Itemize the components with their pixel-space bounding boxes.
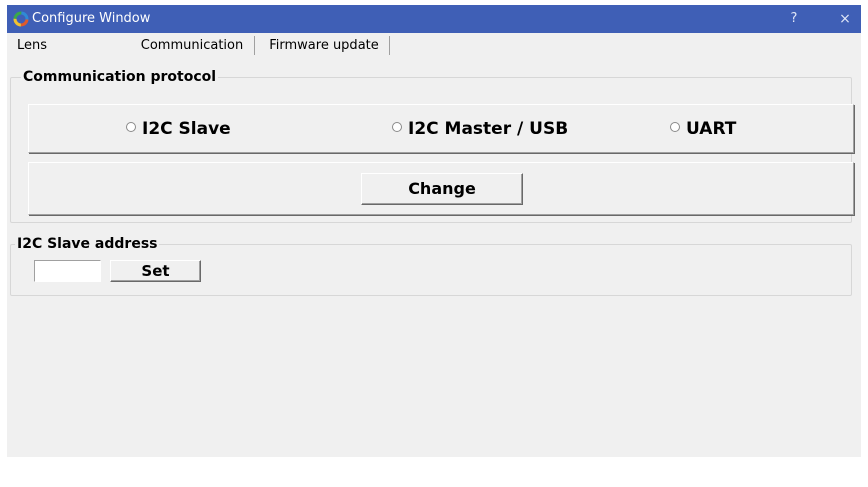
radio-i2c-master-usb-label: I2C Master / USB (408, 119, 569, 139)
change-button[interactable]: Change (361, 173, 523, 205)
radio-i2c-master-usb[interactable]: I2C Master / USB (392, 119, 568, 139)
communication-protocol-legend: Communication protocol (21, 69, 219, 85)
radio-circle-icon[interactable] (670, 122, 680, 132)
radio-uart[interactable]: UART (670, 119, 736, 139)
window-title: Configure Window (32, 11, 151, 26)
tab-communication[interactable]: Communication (130, 36, 255, 55)
radio-uart-label: UART (686, 119, 737, 139)
i2c-slave-address-input[interactable] (34, 260, 101, 282)
tab-firmware-update[interactable]: Firmware update (259, 36, 390, 55)
radio-circle-icon[interactable] (392, 122, 402, 132)
tab-lens[interactable]: Lens (17, 36, 47, 55)
tab-bar: Lens Communication Firmware update (7, 33, 861, 57)
radio-circle-icon[interactable] (126, 122, 136, 132)
app-ring-icon (13, 11, 29, 27)
i2c-slave-address-legend: I2C Slave address (15, 236, 160, 252)
close-button[interactable]: × (833, 9, 857, 29)
radio-i2c-slave[interactable]: I2C Slave (126, 119, 231, 139)
title-bar[interactable]: Configure Window ? × (7, 5, 861, 33)
set-button[interactable]: Set (110, 260, 201, 282)
help-button[interactable]: ? (783, 9, 805, 29)
radio-i2c-slave-label: I2C Slave (142, 119, 231, 139)
